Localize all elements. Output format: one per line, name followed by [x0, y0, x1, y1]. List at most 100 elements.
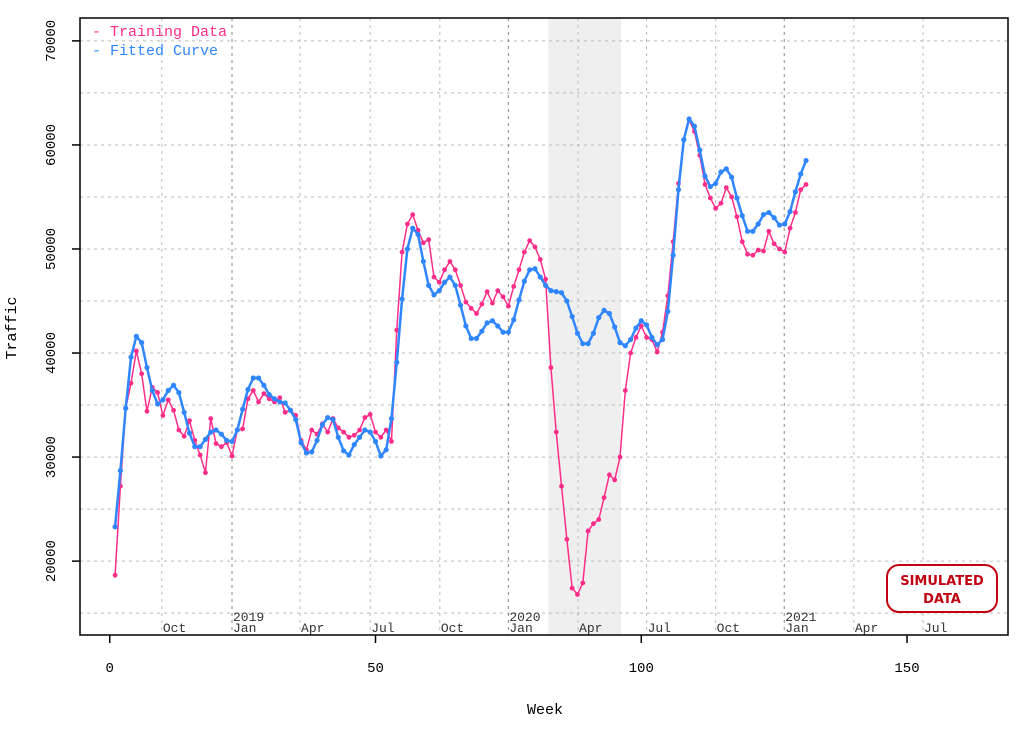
training-data-point	[787, 225, 793, 231]
training-data-point	[532, 244, 538, 250]
fitted-curve-point	[580, 341, 586, 347]
fitted-curve-point	[782, 221, 788, 227]
training-data-point	[160, 413, 166, 418]
fitted-curve-point	[404, 246, 411, 252]
training-data-point	[351, 432, 357, 438]
fitted-curve-point	[771, 215, 777, 221]
legend-training-data: - Training Data	[92, 24, 227, 41]
fitted-curve-point	[707, 183, 713, 190]
training-data-point	[500, 294, 506, 300]
fitted-curve-point	[569, 314, 575, 320]
series-line-fitted-curve	[113, 116, 808, 527]
fitted-curve-point	[346, 452, 352, 458]
training-data-point	[580, 580, 586, 586]
training-data-point	[373, 429, 378, 435]
fitted-curve-point	[117, 468, 123, 474]
training-data-point	[521, 249, 527, 255]
training-data-point	[181, 433, 187, 439]
fitted-curve-point	[351, 441, 357, 448]
x-tick-label: 0	[106, 661, 114, 677]
date-tick-label: Jul	[371, 621, 395, 636]
training-data-point	[564, 536, 570, 542]
fitted-curve-point	[473, 335, 480, 342]
date-tick-label: Oct	[717, 621, 740, 636]
fitted-curve-point	[622, 343, 628, 349]
training-data-point	[362, 415, 368, 420]
training-data-point	[803, 182, 809, 187]
fitted-curve-point	[139, 340, 145, 346]
training-data-point	[707, 195, 713, 201]
fitted-curve-point	[750, 228, 756, 234]
fitted-curve-point	[213, 427, 219, 433]
fitted-curve-point	[436, 288, 442, 294]
fitted-curve-point	[484, 320, 490, 326]
fitted-curve-point	[590, 330, 597, 336]
training-data-point	[213, 441, 219, 446]
fitted-curve-point	[367, 429, 373, 435]
fitted-curve-point	[787, 208, 793, 215]
fitted-curve-point	[574, 330, 581, 336]
fitted-curve-point	[160, 397, 166, 403]
fitted-curve-point	[457, 302, 464, 308]
fitted-curve-point	[250, 375, 256, 381]
fitted-curve-point	[659, 336, 666, 343]
fitted-curve-point	[154, 401, 161, 407]
training-data-point	[606, 472, 612, 478]
training-data-point	[622, 388, 628, 393]
training-data-point	[155, 390, 160, 395]
training-data-point	[527, 238, 533, 244]
fitted-curve-point	[410, 225, 416, 231]
fitted-curve-point	[383, 447, 389, 453]
fitted-curve-point	[325, 414, 331, 421]
fitted-curve-point	[388, 415, 395, 422]
training-data-point	[654, 349, 660, 355]
fitted-curve-point	[399, 296, 405, 302]
training-data-point	[203, 470, 208, 476]
training-data-point	[484, 289, 490, 295]
fitted-curve-point	[633, 325, 639, 331]
fitted-curve-point	[123, 405, 129, 411]
y-tick-label: 30000	[44, 436, 60, 478]
fitted-curve-point	[686, 116, 692, 122]
fitted-curve-point	[202, 436, 209, 442]
fitted-curve-point	[293, 417, 299, 423]
training-data-point	[452, 267, 458, 273]
training-data-point	[250, 388, 256, 393]
fitted-curve-point	[628, 336, 634, 343]
fitted-curve-point	[431, 292, 437, 298]
training-data-point	[436, 279, 442, 285]
training-data-point	[410, 212, 416, 218]
training-data-point	[165, 397, 171, 403]
shaded-region	[548, 18, 622, 635]
fitted-curve-point	[420, 258, 426, 265]
training-data-point	[383, 427, 389, 433]
training-data-point	[644, 335, 649, 340]
training-data-point	[458, 283, 463, 288]
training-data-point	[575, 592, 580, 597]
training-data-point	[745, 251, 750, 257]
training-data-point	[309, 427, 315, 433]
fitted-curve-point	[287, 407, 294, 413]
fitted-curve-point	[271, 396, 278, 402]
fitted-curve-point	[723, 166, 729, 172]
training-data-point	[325, 429, 331, 435]
training-data-point	[569, 585, 575, 591]
training-data-point	[133, 348, 139, 354]
fitted-curve-point	[558, 290, 565, 296]
fitted-curve-point	[468, 335, 474, 342]
training-data-point	[511, 284, 517, 289]
fitted-curve-point	[112, 524, 118, 530]
x-axis-label: Week	[527, 702, 563, 719]
fitted-curve-point	[197, 444, 203, 450]
training-data-point	[171, 407, 176, 413]
fitted-curve-point	[532, 266, 538, 272]
training-data-point	[447, 259, 453, 264]
fitted-curve-point	[335, 434, 341, 440]
training-data-point	[420, 240, 426, 246]
training-data-point	[537, 256, 543, 262]
fitted-curve-point	[553, 289, 559, 295]
training-data-point	[617, 454, 623, 460]
fitted-curve-point	[500, 329, 506, 335]
training-data-point	[479, 301, 485, 307]
fitted-curve-point	[596, 315, 602, 321]
